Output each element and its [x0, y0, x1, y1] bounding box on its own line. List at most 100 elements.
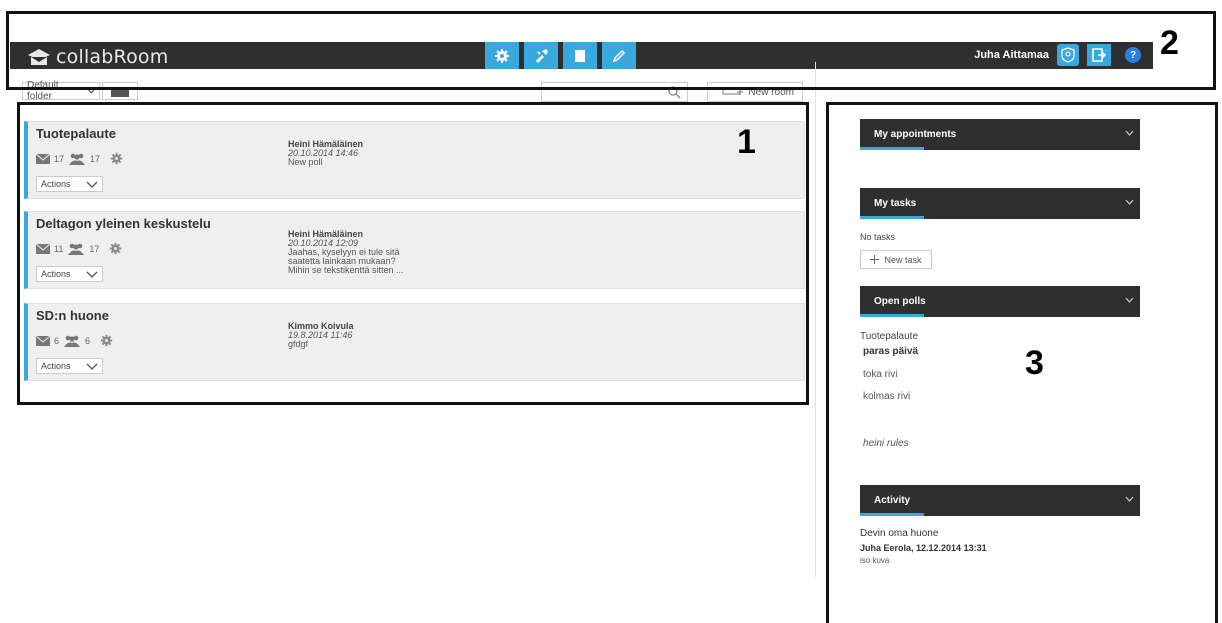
user-avatar-icon — [1061, 47, 1075, 63]
last-message-line: Mihin se tekstikenttä sitten ... — [288, 265, 404, 275]
envelope-icon — [36, 335, 50, 346]
chevron-down-icon[interactable] — [1125, 297, 1134, 303]
annotation-label-1: 1 — [737, 123, 756, 161]
actions-label: Actions — [41, 269, 71, 279]
room-card[interactable]: Tuotepalaute 17 17 Actions Heini Hämäläi… — [24, 121, 805, 199]
gear-icon — [495, 48, 509, 63]
chevron-down-icon[interactable] — [1125, 199, 1134, 205]
member-count: 17 — [90, 153, 101, 164]
room-stats: 6 6 — [36, 334, 113, 347]
logo-icon — [28, 49, 50, 65]
new-room-button[interactable]: New room — [707, 82, 803, 102]
poll-option[interactable]: kolmas rivi — [863, 391, 910, 402]
new-room-label: New room — [748, 86, 794, 98]
no-tasks-text: No tasks — [860, 232, 896, 242]
new-task-label: New task — [884, 254, 922, 265]
folder-icon — [111, 87, 129, 97]
tasks-title: My tasks — [874, 198, 917, 209]
room-title[interactable]: Deltagon yleinen keskustelu — [36, 216, 211, 231]
actions-dropdown[interactable]: Actions — [36, 358, 103, 374]
top-app-bar: collabRoom Juha Aittamaa ? — [10, 42, 1153, 69]
logout-button[interactable] — [1087, 44, 1111, 66]
message-count: 17 — [54, 153, 65, 164]
gear-icon[interactable] — [100, 334, 113, 347]
members-icon — [64, 335, 81, 347]
annotation-label-2: 2 — [1160, 24, 1179, 62]
annotation-label-3: 3 — [1025, 344, 1044, 382]
search-input[interactable] — [541, 82, 688, 102]
document-icon — [575, 49, 585, 62]
room-stats: 17 17 — [36, 152, 123, 165]
chevron-down-icon[interactable] — [1125, 130, 1134, 136]
actions-dropdown[interactable]: Actions — [36, 266, 103, 282]
chevron-down-icon — [86, 363, 98, 370]
message-count: 11 — [54, 243, 64, 254]
last-date: 19.8.2014 11:46 — [288, 330, 353, 340]
chevron-down-icon — [86, 181, 98, 188]
activity-message: iso kuva — [860, 556, 890, 565]
chevron-down-icon[interactable] — [1125, 496, 1134, 502]
message-count: 6 — [54, 335, 60, 346]
room-title[interactable]: SD:n huone — [36, 308, 109, 323]
tools-button[interactable] — [524, 42, 558, 69]
actions-dropdown[interactable]: Actions — [36, 176, 103, 192]
tools-icon — [536, 48, 548, 63]
folder-button[interactable] — [102, 82, 138, 100]
document-button[interactable] — [563, 42, 597, 69]
actions-label: Actions — [41, 179, 71, 189]
new-task-button[interactable]: New task — [860, 250, 932, 269]
actions-label: Actions — [41, 361, 71, 371]
activity-meta: Juha Eerola, 12.12.2014 13:31 — [860, 543, 987, 553]
poll-extra-text: heini rules — [863, 438, 909, 449]
logo-text: collabRoom — [56, 46, 169, 68]
last-message: Heini Hämäläinen 20.10.2014 14:46 New po… — [288, 140, 448, 167]
new-room-icon — [722, 87, 744, 95]
poll-question: paras päivä — [863, 346, 919, 357]
header-accent — [860, 216, 924, 219]
main-toolbar — [485, 42, 636, 69]
appointments-widget-header[interactable]: My appointments — [860, 119, 1140, 150]
user-area: Juha Aittamaa ? — [974, 44, 1141, 66]
edit-button[interactable] — [602, 42, 636, 69]
gear-icon[interactable] — [110, 152, 123, 165]
room-stats: 11 17 — [36, 242, 122, 255]
folder-select-label: Default folder — [27, 80, 59, 102]
help-button[interactable]: ? — [1125, 47, 1141, 63]
column-divider — [815, 62, 816, 577]
folder-select[interactable]: Default folder — [22, 80, 100, 102]
activity-widget-header[interactable]: Activity — [860, 485, 1140, 516]
polls-widget-header[interactable]: Open polls — [860, 286, 1140, 317]
gear-icon[interactable] — [109, 242, 122, 255]
envelope-icon — [36, 153, 50, 164]
room-title[interactable]: Tuotepalaute — [36, 126, 116, 141]
members-icon — [68, 243, 85, 255]
appointments-title: My appointments — [874, 129, 957, 140]
activity-title: Activity — [874, 495, 911, 506]
last-message: Heini Hämäläinen 20.10.2014 12:09 Jaahas… — [288, 230, 448, 275]
logout-icon — [1092, 48, 1106, 62]
activity-room[interactable]: Devin oma huone — [860, 528, 938, 539]
avatar[interactable] — [1057, 44, 1079, 66]
pencil-icon — [612, 49, 626, 62]
header-accent — [860, 147, 924, 150]
settings-button[interactable] — [485, 42, 519, 69]
app-logo[interactable]: collabRoom — [28, 46, 168, 68]
tasks-widget-header[interactable]: My tasks — [860, 188, 1140, 219]
last-message: Kimmo Koivula 19.8.2014 11:46 gfdgf — [288, 322, 448, 349]
envelope-icon — [36, 243, 50, 254]
polls-title: Open polls — [874, 296, 926, 307]
header-accent — [860, 314, 924, 317]
user-name[interactable]: Juha Aittamaa — [974, 49, 1049, 61]
room-card[interactable]: Deltagon yleinen keskustelu 11 17 Action… — [24, 211, 805, 289]
plus-icon — [870, 255, 880, 264]
last-message-line: gfdgf — [288, 339, 309, 349]
chevron-down-icon — [87, 88, 95, 94]
chevron-down-icon — [86, 271, 98, 278]
poll-option[interactable]: toka rivi — [863, 369, 897, 380]
room-card[interactable]: SD:n huone 6 6 Actions Kimmo Koivula 19.… — [24, 303, 805, 381]
header-accent — [860, 513, 924, 516]
search-icon — [668, 86, 681, 99]
members-icon — [69, 153, 86, 165]
poll-room-name[interactable]: Tuotepalaute — [860, 331, 918, 342]
member-count: 6 — [85, 335, 91, 346]
